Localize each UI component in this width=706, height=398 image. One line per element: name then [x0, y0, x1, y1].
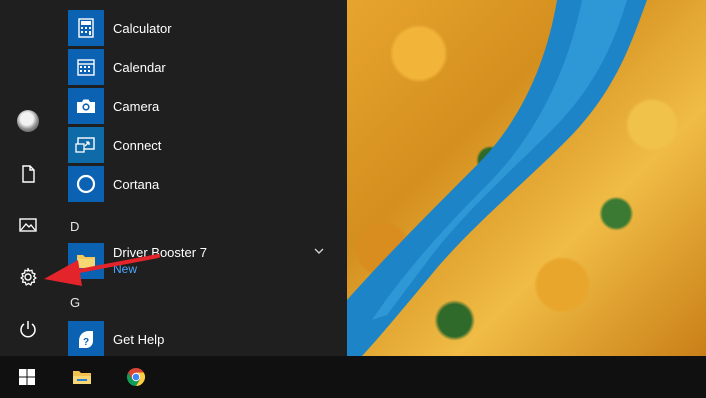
- account-button[interactable]: [8, 101, 48, 141]
- camera-tile: [68, 88, 104, 124]
- camera-icon: [77, 99, 95, 113]
- cortana-icon: [76, 174, 96, 194]
- get-help-icon: ?: [79, 331, 93, 348]
- start-button[interactable]: [3, 356, 51, 398]
- section-header-g[interactable]: G: [70, 295, 80, 310]
- app-list: Calculator Calendar Camera Connect Corta…: [56, 0, 347, 357]
- windows-logo-icon: [19, 369, 35, 385]
- get-help-tile: ?: [68, 321, 104, 357]
- app-label: Driver Booster 7: [113, 245, 207, 260]
- app-get-help[interactable]: ? Get Help: [68, 321, 338, 357]
- app-calculator[interactable]: Calculator: [68, 10, 338, 46]
- file-explorer-button[interactable]: [58, 356, 106, 398]
- power-icon: [20, 321, 36, 338]
- taskbar: [0, 356, 706, 398]
- new-badge: New: [113, 262, 138, 276]
- gear-icon: [20, 267, 37, 286]
- calculator-tile: [68, 10, 104, 46]
- app-label: Calendar: [113, 59, 166, 75]
- folder-icon: [73, 371, 91, 384]
- chrome-button[interactable]: [112, 356, 160, 398]
- documents-button[interactable]: [8, 154, 48, 194]
- folder-icon: [77, 255, 95, 268]
- driver-booster-tile: [68, 243, 104, 279]
- section-header-d[interactable]: D: [70, 219, 79, 234]
- app-calendar[interactable]: Calendar: [68, 49, 338, 85]
- document-icon: [22, 165, 35, 183]
- app-camera[interactable]: Camera: [68, 88, 338, 124]
- settings-button[interactable]: [8, 257, 48, 297]
- connect-icon: [75, 137, 95, 153]
- desktop-wallpaper: [347, 0, 706, 356]
- cortana-tile: [68, 166, 104, 202]
- app-label: Connect: [113, 137, 162, 153]
- user-avatar-icon: [17, 110, 39, 132]
- calculator-icon: [78, 18, 94, 38]
- pictures-icon: [19, 218, 37, 232]
- app-label: Get Help: [113, 331, 165, 347]
- app-label: Camera: [113, 98, 160, 114]
- app-label: Calculator: [113, 20, 172, 36]
- app-connect[interactable]: Connect: [68, 127, 338, 163]
- connect-tile: [68, 127, 104, 163]
- power-button[interactable]: [8, 309, 48, 349]
- app-cortana[interactable]: Cortana: [68, 166, 338, 202]
- river-image: [347, 0, 647, 356]
- calendar-icon: [77, 59, 95, 76]
- pictures-button[interactable]: [8, 205, 48, 245]
- app-driver-booster[interactable]: Driver Booster 7 New: [68, 243, 338, 279]
- app-label-group: Driver Booster 7 New: [113, 245, 207, 277]
- app-label: Cortana: [113, 176, 160, 192]
- svg-text:?: ?: [83, 337, 89, 348]
- calendar-tile: [68, 49, 104, 85]
- start-menu-rail: [0, 0, 56, 356]
- chevron-down-icon[interactable]: [312, 244, 326, 258]
- chrome-icon: [126, 368, 146, 386]
